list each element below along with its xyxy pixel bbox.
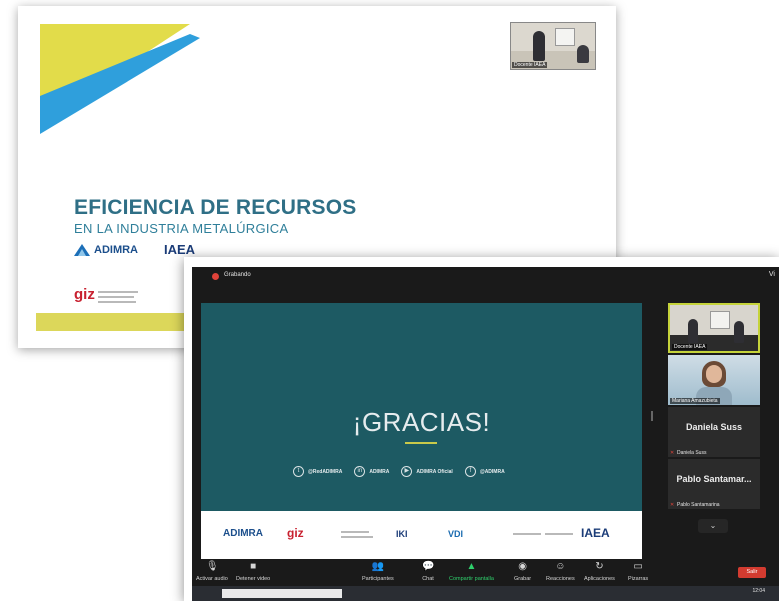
blue-stripe-decoration [40, 34, 200, 134]
giz-logo: giz [287, 526, 304, 540]
view-button[interactable]: Vi [769, 271, 775, 278]
chevron-down-icon[interactable]: ⌄ [698, 519, 728, 533]
record-label: Grabar [514, 576, 532, 582]
vdi-logo: VDI [448, 529, 464, 539]
social-youtube: ▶ ADIMRA Oficial [401, 466, 453, 477]
slide-title: EFICIENCIA DE RECURSOS [74, 196, 357, 219]
participant-name: Mariana Amazubieta [670, 398, 720, 404]
whiteboard-icon: ▭ [633, 561, 643, 572]
chat-label: Chat [422, 576, 434, 582]
participants-label: Participantes [362, 576, 394, 582]
os-taskbar: 12:04 [192, 586, 779, 601]
unmute-label: Activar audio [196, 576, 228, 582]
recording-label: Grabando [224, 272, 251, 278]
participant-tile[interactable]: Docente IAEA [668, 303, 760, 353]
reactions-button[interactable]: ☺ Reacciones [546, 561, 575, 582]
social-handle: @ADIMRA [479, 468, 505, 475]
video-camera-icon: ■ [250, 561, 257, 572]
whiteboard-label: Pizarras [628, 576, 649, 582]
meeting-top-bar: Grabando Vi [192, 267, 779, 287]
sponsor-logo-strip: ADIMRA giz IKI VDI IAEA [201, 511, 642, 559]
adimra-mark-icon [74, 244, 90, 256]
facebook-icon: f [464, 466, 476, 477]
meeting-toolbar: 🎙 Activar audio ■ Detener video 👥 Partic… [192, 559, 779, 586]
iki-logo: IKI [396, 529, 408, 539]
muted-mic-icon: ✕ [670, 502, 675, 508]
iaea-logo: IAEA [581, 526, 610, 540]
share-screen-button[interactable]: ▲ Compartir pantalla [449, 561, 494, 582]
participants-gallery: Docente IAEA Mariana Amazubieta Daniela … [668, 303, 760, 555]
participant-tile[interactable]: Daniela Suss ✕ Daniela Suss [668, 407, 760, 457]
chat-button[interactable]: 💬 Chat [422, 561, 434, 582]
participant-display-name: Daniela Suss [685, 422, 743, 432]
linkedin-icon: in [354, 466, 366, 477]
social-handle: @RedADIMRA [308, 468, 343, 475]
share-screen-icon: ▲ [466, 561, 477, 572]
leave-button[interactable]: Salir [738, 567, 766, 578]
apps-label: Aplicaciones [584, 576, 615, 582]
twitter-icon: t [293, 466, 304, 477]
thumbnail-name-label: Docente IAEA [512, 62, 548, 68]
shared-screen-slide: ¡GRACIAS! t @RedADIMRA in ADIMRA ▶ ADIMR… [201, 303, 642, 511]
participant-display-name: Pablo Santamar... [676, 474, 752, 484]
reactions-icon: ☺ [555, 561, 566, 572]
presenter-thumbnail: Docente IAEA [510, 22, 596, 70]
sponsor-text-line [98, 291, 138, 293]
social-handle: ADIMRA [369, 468, 390, 475]
share-screen-label: Compartir pantalla [449, 576, 494, 582]
adimra-logo-text: ADIMRA [94, 244, 138, 256]
sponsor-text-line [513, 533, 541, 535]
microphone-muted-icon: 🎙 [205, 561, 219, 572]
apps-icon: ↻ [595, 561, 604, 572]
record-icon: ◉ [518, 561, 527, 572]
heading-underline [405, 442, 437, 444]
stop-video-button[interactable]: ■ Detener video [236, 561, 270, 582]
participant-name: Pablo Santamarina [677, 502, 720, 508]
social-twitter: t @RedADIMRA [293, 466, 342, 477]
unmute-button[interactable]: 🎙 Activar audio [196, 561, 228, 582]
sponsor-text-line [98, 301, 136, 303]
taskbar-search-input[interactable] [222, 589, 342, 598]
stop-video-label: Detener video [236, 576, 271, 582]
panel-splitter-handle[interactable] [651, 411, 653, 421]
adimra-logo: ADIMRA [223, 528, 263, 539]
screenshot-stage: Docente IAEA EFICIENCIA DE RECURSOS EN L… [0, 0, 779, 601]
participant-name: Daniela Suss [677, 450, 707, 456]
participant-tile[interactable]: Mariana Amazubieta [668, 355, 760, 405]
sponsor-text-line [341, 536, 373, 538]
participants-button[interactable]: 👥 Participantes [362, 561, 394, 582]
sponsor-text-line [98, 296, 134, 298]
giz-logo: giz [74, 286, 95, 303]
adimra-logo: ADIMRA [74, 244, 138, 256]
participant-name: Docente IAEA [672, 344, 708, 350]
sponsor-text-line [341, 531, 369, 533]
social-handle: ADIMRA Oficial [416, 468, 453, 475]
zoom-meeting-window: Grabando Vi ¡GRACIAS! t @RedADIMRA in AD… [192, 267, 779, 601]
sponsor-text-line [545, 533, 573, 535]
recording-icon [212, 273, 219, 280]
record-button[interactable]: ◉ Grabar [514, 561, 531, 582]
social-linkedin: in ADIMRA [354, 466, 389, 477]
youtube-icon: ▶ [401, 466, 413, 477]
chat-icon: 💬 [422, 561, 435, 572]
zoom-window-frame: Grabando Vi ¡GRACIAS! t @RedADIMRA in AD… [184, 257, 779, 601]
slide-subtitle: EN LA INDUSTRIA METALÚRGICA [74, 221, 289, 236]
participants-icon: 👥 [371, 561, 385, 572]
iaea-logo: IAEA [164, 242, 196, 257]
social-links: t @RedADIMRA in ADIMRA ▶ ADIMRA Oficial … [293, 466, 505, 477]
taskbar-clock: 12:04 [752, 588, 765, 594]
social-facebook: f @ADIMRA [464, 466, 505, 477]
whiteboard-button[interactable]: ▭ Pizarras [628, 561, 648, 582]
gracias-heading: ¡GRACIAS! [352, 407, 491, 437]
muted-mic-icon: ✕ [670, 450, 675, 456]
apps-button[interactable]: ↻ Aplicaciones [584, 561, 615, 582]
participant-tile[interactable]: Pablo Santamar... ✕ Pablo Santamarina [668, 459, 760, 509]
reactions-label: Reacciones [546, 576, 575, 582]
